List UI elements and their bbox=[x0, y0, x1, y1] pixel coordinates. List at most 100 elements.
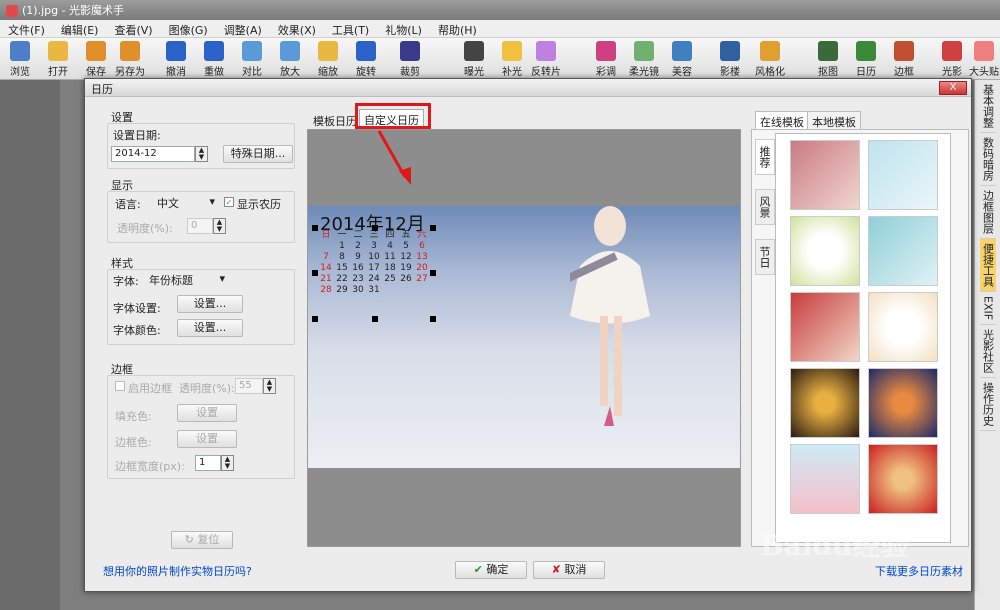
category-recommended[interactable]: 推荐 bbox=[755, 139, 775, 175]
font-settings-button[interactable]: 设置... bbox=[177, 295, 243, 313]
menu-help[interactable]: 帮助(H) bbox=[430, 20, 485, 40]
side-tab-community[interactable]: 光影社区 bbox=[979, 325, 996, 379]
toolbar-button[interactable]: 打开 bbox=[40, 40, 76, 78]
template-thumb[interactable] bbox=[790, 444, 860, 514]
toolbar-button-label: 浏览 bbox=[10, 67, 30, 78]
resize-handle[interactable] bbox=[430, 270, 436, 276]
resize-handle[interactable] bbox=[312, 316, 318, 322]
menu-image[interactable]: 图像(G) bbox=[161, 20, 216, 40]
toolbar-button[interactable]: 补光 bbox=[494, 40, 530, 78]
toolbar-button[interactable]: 曝光 bbox=[456, 40, 492, 78]
toolbar-button[interactable]: 彩调 bbox=[588, 40, 624, 78]
save-icon bbox=[86, 41, 106, 61]
toolbar-button[interactable]: 边框 bbox=[886, 40, 922, 78]
fill-color-button[interactable]: 设置 bbox=[177, 404, 237, 422]
side-tab-quick-tools[interactable]: 便捷工具 bbox=[979, 239, 996, 292]
toolbar-button-label: 柔光镜 bbox=[629, 67, 659, 78]
enable-border-checkbox[interactable] bbox=[115, 381, 125, 391]
calendar-icon bbox=[856, 41, 876, 61]
font-select[interactable]: 年份标题 ▾ bbox=[147, 271, 227, 287]
menu-tools[interactable]: 工具(T) bbox=[324, 20, 377, 40]
border-transparency-field[interactable]: 55 bbox=[235, 378, 263, 394]
template-thumb[interactable] bbox=[868, 368, 938, 438]
toolbar-button[interactable]: 日历 bbox=[848, 40, 884, 78]
toolbar-button[interactable]: 风格化 bbox=[752, 40, 788, 78]
toolbar-button[interactable]: 抠图 bbox=[810, 40, 846, 78]
side-tab-history[interactable]: 操作历史 bbox=[979, 378, 996, 432]
calendar-day: 28 bbox=[320, 285, 332, 295]
special-date-button[interactable]: 特殊日期... bbox=[223, 145, 293, 163]
fill-light-icon bbox=[502, 41, 522, 61]
side-tab-frame-layer[interactable]: 边框图层 bbox=[979, 186, 996, 239]
menu-gift[interactable]: 礼物(L) bbox=[377, 20, 430, 40]
display-transparency-field[interactable]: 0 bbox=[187, 218, 213, 234]
dialog-close-button[interactable]: X bbox=[939, 81, 967, 95]
toolbar-button[interactable]: 柔光镜 bbox=[626, 40, 662, 78]
toolbar-button[interactable]: 旋转 bbox=[348, 40, 384, 78]
watermark-text: Baidu经验 bbox=[760, 529, 909, 562]
toolbar-button[interactable]: 大头贴 bbox=[966, 40, 1000, 78]
template-thumb[interactable] bbox=[868, 140, 938, 210]
side-tab-basic-adjust[interactable]: 基本调整 bbox=[979, 80, 996, 133]
download-more-link[interactable]: 下载更多日历素材 bbox=[875, 563, 963, 579]
menu-effects[interactable]: 效果(X) bbox=[270, 20, 324, 40]
toolbar-button-label: 对比 bbox=[242, 67, 262, 78]
template-thumb[interactable] bbox=[868, 444, 938, 514]
reset-button[interactable]: ↻ 复位 bbox=[171, 531, 233, 549]
template-thumb[interactable] bbox=[790, 216, 860, 286]
resize-handle[interactable] bbox=[372, 225, 378, 231]
preview-canvas[interactable]: 2014年12月 日一二三四五六123456789101112131415161… bbox=[307, 129, 741, 547]
category-holiday[interactable]: 节日 bbox=[755, 239, 775, 275]
template-thumb[interactable] bbox=[790, 140, 860, 210]
menu-view[interactable]: 查看(V) bbox=[106, 20, 160, 40]
date-field[interactable]: 2014-12 bbox=[111, 146, 195, 162]
border-width-spin-icon[interactable]: ▲ ▼ bbox=[221, 455, 234, 471]
template-thumb[interactable] bbox=[868, 292, 938, 362]
border-transparency-spin-icon[interactable]: ▲ ▼ bbox=[263, 378, 276, 394]
resize-handle[interactable] bbox=[430, 316, 436, 322]
beauty-icon bbox=[672, 41, 692, 61]
resize-handle[interactable] bbox=[312, 225, 318, 231]
toolbar-button-label: 抠图 bbox=[818, 67, 838, 78]
font-color-button[interactable]: 设置... bbox=[177, 319, 243, 337]
side-tab-exif[interactable]: EXIF bbox=[979, 292, 996, 326]
resize-handle[interactable] bbox=[372, 316, 378, 322]
toolbar-button[interactable]: 反转片 bbox=[528, 40, 564, 78]
border-color-button[interactable]: 设置 bbox=[177, 430, 237, 448]
date-spin-icon[interactable]: ▲ ▼ bbox=[195, 146, 208, 162]
toolbar-button[interactable]: 裁剪 bbox=[392, 40, 428, 78]
toolbar-button[interactable]: 另存为 bbox=[112, 40, 148, 78]
photo-calendar-link[interactable]: 想用你的照片制作实物日历吗? bbox=[103, 563, 252, 579]
menu-edit[interactable]: 编辑(E) bbox=[53, 20, 107, 40]
toolbar-button[interactable]: 重做 bbox=[196, 40, 232, 78]
template-thumb[interactable] bbox=[790, 368, 860, 438]
calendar-day: 22 bbox=[336, 274, 348, 284]
toolbar-button[interactable]: 美容 bbox=[664, 40, 700, 78]
side-tab-darkroom[interactable]: 数码暗房 bbox=[979, 133, 996, 186]
toolbar-button[interactable]: 对比 bbox=[234, 40, 270, 78]
menu-adjust[interactable]: 调整(A) bbox=[216, 20, 270, 40]
resize-handle[interactable] bbox=[430, 225, 436, 231]
cancel-button[interactable]: ✘ 取消 bbox=[533, 561, 605, 579]
resize-handle[interactable] bbox=[312, 270, 318, 276]
template-thumb[interactable] bbox=[790, 292, 860, 362]
toolbar-button[interactable]: 放大 bbox=[272, 40, 308, 78]
category-scenery[interactable]: 风景 bbox=[755, 189, 775, 225]
toolbar-button[interactable]: 缩放 bbox=[310, 40, 346, 78]
menu-file[interactable]: 文件(F) bbox=[0, 20, 53, 40]
resize-icon bbox=[318, 41, 338, 61]
ok-button[interactable]: ✔ 确定 bbox=[455, 561, 527, 579]
border-width-field[interactable]: 1 bbox=[195, 455, 221, 471]
show-lunar-checkbox[interactable]: ✓ bbox=[224, 197, 234, 207]
template-thumb[interactable] bbox=[868, 216, 938, 286]
toolbar-button[interactable]: 影楼 bbox=[712, 40, 748, 78]
border-width-label: 边框宽度(px): bbox=[115, 460, 185, 473]
toolbar-button[interactable]: 浏览 bbox=[2, 40, 38, 78]
toolbar-button[interactable]: 保存 bbox=[78, 40, 114, 78]
language-select[interactable]: 中文 ▾ bbox=[155, 194, 217, 210]
calendar-row: 123456 bbox=[318, 241, 436, 252]
display-transparency-spin-icon[interactable]: ▲ ▼ bbox=[213, 218, 226, 234]
toolbar-button[interactable]: 撤消 bbox=[158, 40, 194, 78]
toolbar-button[interactable]: 光影 bbox=[934, 40, 970, 78]
tab-template-calendar[interactable]: 模板日历 bbox=[309, 111, 361, 129]
